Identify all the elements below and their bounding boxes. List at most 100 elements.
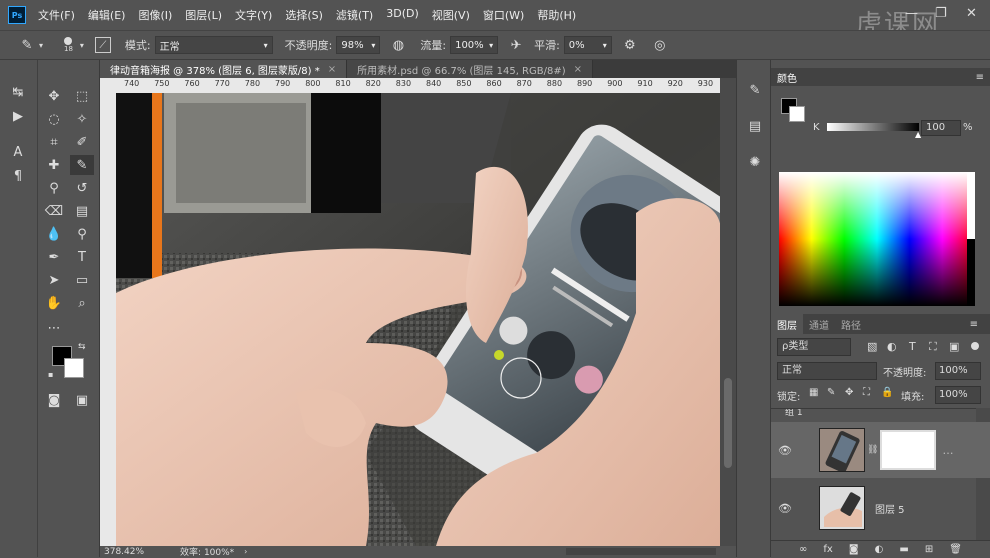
pressure-size-icon[interactable]: ◎ bbox=[650, 38, 670, 53]
link-layers-icon[interactable]: ∞ bbox=[799, 544, 807, 555]
layer-style-icon[interactable]: fx bbox=[823, 544, 832, 555]
new-group-icon[interactable]: ▬ bbox=[899, 544, 908, 555]
eraser-tool-icon[interactable]: ⌫ bbox=[42, 201, 66, 221]
tab-document-1[interactable]: 律动音箱海报 @ 378% (图层 6, 图层蒙版/8) * × bbox=[100, 60, 348, 78]
brush-settings-icon[interactable]: ⟋ bbox=[94, 37, 111, 53]
lock-artboard-icon[interactable]: ⛶ bbox=[863, 387, 870, 398]
eyedropper-tool-icon[interactable]: ✐ bbox=[70, 132, 94, 152]
pressure-opacity-icon[interactable]: ◍ bbox=[388, 38, 408, 53]
layer-row-selected[interactable]: 👁 ⛓ … bbox=[771, 422, 990, 478]
menu-item[interactable]: 帮助(H) bbox=[537, 7, 576, 23]
new-adjustment-icon[interactable]: ◐ bbox=[875, 544, 884, 555]
k-channel-slider[interactable] bbox=[827, 123, 919, 131]
screen-mode-icon[interactable]: ▣ bbox=[70, 390, 94, 410]
marquee-tool-icon[interactable]: ⬚ bbox=[70, 86, 94, 106]
add-mask-icon[interactable]: ◙ bbox=[849, 544, 859, 555]
healing-brush-tool-icon[interactable]: ✚ bbox=[42, 155, 66, 175]
menu-item[interactable]: 滤镜(T) bbox=[336, 7, 373, 23]
clone-stamp-tool-icon[interactable]: ⚲ bbox=[42, 178, 66, 198]
panel-menu-icon[interactable]: ≡ bbox=[964, 314, 984, 334]
menu-item[interactable]: 窗口(W) bbox=[483, 7, 524, 23]
zoom-level[interactable]: 378.42% bbox=[104, 547, 144, 557]
layer-thumbnail[interactable] bbox=[819, 486, 865, 530]
mask-link-icon[interactable]: ⛓ bbox=[867, 445, 878, 455]
menu-item[interactable]: 文件(F) bbox=[38, 7, 75, 23]
minimize-icon[interactable]: — bbox=[905, 6, 918, 21]
new-layer-icon[interactable]: ⊞ bbox=[925, 544, 933, 555]
crop-tool-icon[interactable]: ⌗ bbox=[42, 132, 66, 152]
menu-item[interactable]: 选择(S) bbox=[285, 7, 323, 23]
filter-toggle[interactable] bbox=[971, 342, 979, 350]
zoom-tool-icon[interactable]: ⌕ bbox=[70, 293, 94, 313]
eye-icon[interactable]: 👁 bbox=[771, 444, 799, 457]
filter-adjustment-icon[interactable]: ◐ bbox=[887, 340, 897, 353]
layer-row[interactable]: 👁 图层 5 bbox=[771, 480, 990, 536]
filter-shape-icon[interactable]: ⛶ bbox=[929, 340, 937, 354]
brush-tool-icon[interactable]: ✎ bbox=[70, 155, 94, 175]
layer-more-icon[interactable]: … bbox=[942, 444, 953, 457]
lock-all-icon[interactable]: 🔒 bbox=[881, 387, 893, 398]
lock-position-icon[interactable]: ✥ bbox=[845, 387, 853, 398]
flow-input[interactable]: 100% ▾ bbox=[450, 36, 499, 54]
swap-colors-icon[interactable]: ⇆ bbox=[78, 342, 86, 352]
history-icon[interactable]: ↹ bbox=[6, 82, 30, 102]
blur-tool-icon[interactable]: 💧 bbox=[42, 224, 66, 244]
delete-layer-icon[interactable]: 🗑 bbox=[949, 544, 962, 555]
color-spectrum[interactable] bbox=[779, 172, 975, 306]
menu-item[interactable]: 图层(L) bbox=[185, 7, 222, 23]
restore-icon[interactable]: ❐ bbox=[935, 6, 947, 21]
paragraph-icon[interactable]: ¶ bbox=[6, 166, 30, 186]
layer-thumbnail[interactable] bbox=[819, 428, 865, 472]
document-canvas[interactable] bbox=[116, 93, 720, 546]
filter-pixel-icon[interactable]: ▧ bbox=[867, 340, 877, 353]
fill-input[interactable]: 100% bbox=[935, 386, 981, 404]
layer-mask-thumbnail[interactable] bbox=[880, 430, 937, 470]
magic-wand-tool-icon[interactable]: ✧ bbox=[70, 109, 94, 129]
brush-settings-panel-icon[interactable]: ✎ bbox=[743, 80, 767, 100]
close-tab-icon[interactable]: × bbox=[328, 64, 336, 75]
quick-mask-icon[interactable]: ◙ bbox=[42, 390, 66, 410]
menu-item[interactable]: 视图(V) bbox=[432, 7, 470, 23]
tab-document-2[interactable]: 所用素材.psd @ 66.7% (图层 145, RGB/8#) × bbox=[347, 60, 594, 78]
path-selection-tool-icon[interactable]: ➤ bbox=[42, 270, 66, 290]
layer-opacity-input[interactable]: 100% bbox=[935, 362, 981, 380]
brush-preset-picker[interactable]: 18 bbox=[64, 37, 73, 53]
filter-type-icon[interactable]: T bbox=[909, 340, 916, 353]
background-color-swatch[interactable] bbox=[64, 358, 84, 378]
mode-select[interactable]: 正常 ▾ bbox=[154, 36, 273, 54]
menu-item[interactable]: 文字(Y) bbox=[235, 7, 272, 23]
vertical-ruler[interactable] bbox=[100, 78, 116, 546]
horizontal-ruler[interactable]: 740 750 760 770 780 790 800 810 820 830 840 850 860 8… bbox=[116, 78, 720, 93]
opacity-input[interactable]: 98% ▾ bbox=[336, 36, 381, 54]
close-window-icon[interactable]: ✕ bbox=[966, 6, 977, 21]
properties-panel-icon[interactable]: ▤ bbox=[743, 116, 767, 136]
type-tool-icon[interactable]: T bbox=[70, 247, 94, 267]
horizontal-scrollbar[interactable] bbox=[566, 548, 716, 555]
play-action-icon[interactable]: ▶ bbox=[6, 106, 30, 126]
dodge-tool-icon[interactable]: ⚲ bbox=[70, 224, 94, 244]
lasso-tool-icon[interactable]: ◌ bbox=[42, 109, 66, 129]
chevron-right-icon[interactable]: › bbox=[244, 547, 247, 556]
panel-menu-icon[interactable]: ≡ bbox=[976, 72, 984, 83]
lock-pixels-icon[interactable]: ✎ bbox=[827, 387, 835, 398]
brush-tool-icon[interactable]: ✎ bbox=[18, 38, 36, 53]
chevron-down-icon[interactable]: ▾ bbox=[36, 41, 46, 50]
adjustments-panel-icon[interactable]: ✺ bbox=[743, 152, 767, 172]
eye-icon[interactable]: 👁 bbox=[771, 502, 799, 515]
rectangle-tool-icon[interactable]: ▭ bbox=[70, 270, 94, 290]
menu-item[interactable]: 编辑(E) bbox=[88, 7, 126, 23]
group-row[interactable]: 组 1 bbox=[771, 408, 976, 418]
hand-tool-icon[interactable]: ✋ bbox=[42, 293, 66, 313]
chevron-down-icon[interactable]: ▾ bbox=[77, 41, 87, 50]
vertical-scrollbar[interactable] bbox=[720, 78, 736, 546]
move-tool-icon[interactable]: ✥ bbox=[42, 86, 66, 106]
close-tab-icon[interactable]: × bbox=[574, 64, 582, 75]
filter-smart-object-icon[interactable]: ▣ bbox=[949, 340, 959, 353]
pen-tool-icon[interactable]: ✒ bbox=[42, 247, 66, 267]
layers-tab-2[interactable]: 路径 bbox=[835, 314, 867, 334]
bw-strip[interactable] bbox=[967, 172, 975, 306]
gear-icon[interactable]: ⚙ bbox=[620, 38, 640, 53]
history-brush-tool-icon[interactable]: ↺ bbox=[70, 178, 94, 198]
more-tools-icon[interactable]: ⋯ bbox=[42, 318, 66, 338]
smoothing-input[interactable]: 0% ▾ bbox=[563, 36, 612, 54]
